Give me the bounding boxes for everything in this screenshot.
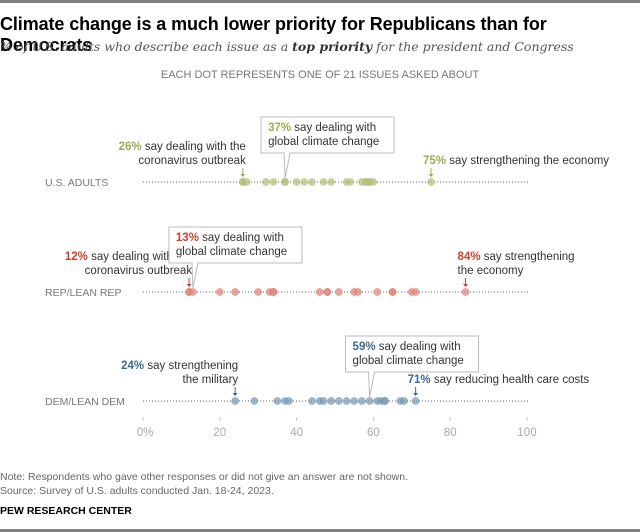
data-dot (381, 397, 389, 405)
data-dot (334, 288, 343, 296)
data-dot (461, 288, 470, 296)
callout-label: global climate change (353, 355, 464, 367)
annotation-text: say strengthening (144, 360, 238, 372)
data-dot (327, 397, 336, 405)
row-label: U.S. ADULTS (45, 177, 108, 189)
annotation-text: say dealing with (376, 341, 461, 353)
row-label: REP/LEAN REP (45, 287, 121, 299)
annotation-percent: 13% (176, 232, 199, 244)
annotation-text: say strengthening the economy (446, 155, 609, 167)
data-dot (315, 288, 324, 296)
data-dot (285, 397, 293, 405)
data-dot (350, 397, 359, 405)
data-dot (388, 288, 397, 296)
annotation-label: the economy (458, 265, 524, 277)
data-dot (327, 178, 336, 186)
data-dot (189, 288, 197, 296)
data-dot (411, 397, 420, 405)
data-dot (342, 397, 351, 405)
footnote: Note: Respondents who gave other respons… (0, 470, 408, 498)
annotation-label: the military (183, 374, 239, 386)
data-dot (231, 397, 240, 405)
x-tick-label: 100 (517, 427, 536, 439)
source-text: Source: Survey of U.S. adults conducted … (0, 485, 274, 497)
data-dot (334, 397, 343, 405)
data-dot (254, 288, 263, 296)
callout-label: 59% say dealing with (353, 341, 461, 353)
data-dot (308, 397, 316, 405)
annotation-percent: 75% (423, 155, 446, 167)
annotation-text: say strengthening (481, 251, 575, 263)
arrow-head-icon (463, 284, 469, 287)
data-dot (346, 178, 355, 186)
data-dot (411, 288, 420, 296)
annotation-text: say reducing health care costs (431, 374, 590, 386)
x-tick-label: 80 (444, 427, 457, 439)
annotation-percent: 84% (458, 251, 481, 263)
x-tick-label: 20 (213, 427, 226, 439)
data-dot (269, 288, 278, 296)
arrow-head-icon (186, 284, 192, 287)
annotation-label: coronavirus outbreak (138, 155, 246, 167)
row-label: DEM/LEAN DEM (45, 396, 125, 408)
data-dot (427, 178, 435, 186)
annotation-percent: 26% (119, 141, 142, 153)
callout-label: global climate change (176, 246, 287, 258)
annotation-label: 24% say strengthening (121, 360, 238, 372)
data-dot (369, 178, 378, 186)
data-dot (319, 397, 328, 405)
data-dot (250, 397, 259, 405)
dot-plot: 0% 20 40 60 80 100 U.S. ADULTS 26% say dealing … (45, 116, 609, 439)
data-dot (292, 178, 301, 186)
data-dot (308, 178, 316, 186)
data-dot (354, 288, 362, 296)
arrow-head-icon (413, 393, 419, 396)
data-dot (400, 397, 409, 405)
note-text: Note: Respondents who gave other respons… (0, 471, 408, 483)
annotation-percent: 71% (408, 374, 431, 386)
annotation-percent: 12% (65, 251, 88, 263)
callout-label: global climate change (268, 136, 379, 148)
callout-label: 13% say dealing with (176, 232, 284, 244)
x-tick-label: 60 (367, 427, 380, 439)
arrow-head-icon (428, 174, 434, 177)
data-dot (300, 178, 309, 186)
arrow-head-icon (232, 393, 238, 396)
x-tick-label: 40 (290, 427, 303, 439)
annotation-label: 26% say dealing with the (119, 141, 246, 153)
annotation-percent: 24% (121, 360, 144, 372)
data-dot (215, 288, 224, 296)
annotation-percent: 59% (353, 341, 376, 353)
data-dot (373, 288, 382, 296)
annotation-label: 84% say strengthening (458, 251, 575, 263)
annotation-label: 75% say strengthening the economy (423, 155, 609, 167)
arrow-head-icon (240, 174, 246, 177)
x-tick-label: 0% (137, 427, 154, 439)
data-dot (269, 178, 278, 186)
annotation-text: say dealing with the (142, 141, 246, 153)
annotation-label: coronavirus outbreak (85, 265, 193, 277)
data-dot (261, 178, 270, 186)
data-dot (281, 178, 289, 186)
annotation-text: say dealing with (199, 232, 284, 244)
data-dot (273, 397, 282, 405)
brand-label: PEW RESEARCH CENTER (0, 505, 132, 517)
annotation-label: 71% say reducing health care costs (408, 374, 590, 386)
callout-label: 37% say dealing with (268, 122, 376, 134)
data-dot (323, 288, 332, 296)
data-dot (357, 397, 366, 405)
data-dot (242, 178, 251, 186)
data-dot (365, 397, 374, 405)
annotation-text: say dealing with (291, 122, 376, 134)
annotation-percent: 37% (268, 122, 291, 134)
data-dot (319, 178, 328, 186)
data-dot (231, 288, 240, 296)
